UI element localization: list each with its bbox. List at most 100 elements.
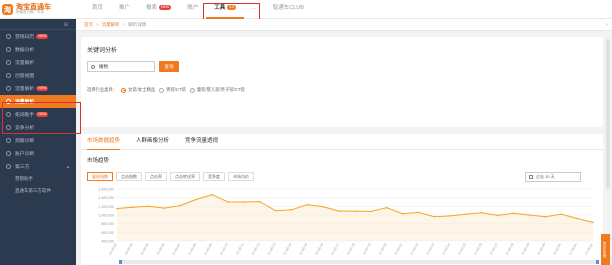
- breadcrumb-section[interactable]: 流量解析: [102, 22, 120, 28]
- vertical-scrollbar[interactable]: [606, 39, 610, 189]
- metric-tab[interactable]: 竞争度: [203, 172, 225, 181]
- sidebar-item[interactable]: 创意视图: [0, 69, 76, 82]
- x-tick-label: 21-05-20: [378, 242, 388, 255]
- industry-option-label[interactable]: 男装/CT装: [166, 87, 186, 93]
- sidebar: ⊞ 营销日历 NEW 数据分析 流量解析 创意视图 流量解析 NEW 流量解析 拓词助手 NEW 竞…: [0, 19, 76, 265]
- x-tick-label: 21-06-01: [568, 242, 578, 255]
- chevron-up-icon: ▲: [66, 164, 70, 169]
- data-point: [132, 206, 134, 208]
- image-icon: [6, 73, 11, 78]
- slider-handle-right[interactable]: [596, 260, 599, 264]
- y-tick-label: 1,600,000: [98, 188, 114, 192]
- metric-tab[interactable]: 点击率: [145, 172, 167, 181]
- data-point: [370, 210, 372, 213]
- data-point: [512, 212, 515, 215]
- metric-tab[interactable]: 展现指数: [87, 172, 113, 181]
- x-tick-label: 21-05-22: [409, 242, 419, 255]
- tab-2[interactable]: 竞争流量透视: [185, 134, 218, 150]
- sidebar-item-label: 账户诊断: [15, 152, 35, 157]
- slider-handle-left[interactable]: [119, 260, 122, 264]
- x-tick-label: 21-05-24: [441, 242, 451, 255]
- logo-mark-icon: 淘: [2, 4, 13, 15]
- sidebar-item[interactable]: 流量解析: [0, 95, 76, 108]
- data-point: [147, 205, 150, 208]
- search-value: 植物: [99, 63, 108, 69]
- x-tick-label: 21-05-25: [457, 242, 467, 255]
- x-tick-label: 21-05-09: [203, 242, 213, 255]
- close-icon[interactable]: ×: [605, 22, 608, 27]
- trend-chart: 1,600,000 1,400,000 1,200,000 1,000,000 800,…: [98, 188, 594, 256]
- data-point: [385, 206, 388, 209]
- breadcrumb-home[interactable]: 首页: [84, 22, 93, 28]
- nav-item[interactable]: 工具 4.0: [206, 0, 245, 19]
- sidebar-item[interactable]: 流量解析 NEW: [0, 82, 76, 95]
- thirdparty-icon: [6, 164, 11, 169]
- data-point: [465, 213, 467, 215]
- tab-1[interactable]: 人群画像分析: [136, 134, 169, 150]
- keyword-panel-title: 关键词分析: [87, 48, 118, 54]
- metric-tab[interactable]: 点击指数: [116, 172, 142, 181]
- data-point: [243, 201, 245, 203]
- data-point: [544, 215, 547, 218]
- x-tick-label: 21-05-26: [473, 242, 483, 255]
- nav-item[interactable]: 推广: [111, 0, 138, 19]
- sidebar-item-label: 流量解析: [15, 100, 35, 105]
- x-tick-label: 21-05-16: [314, 242, 324, 255]
- grid-icon[interactable]: ⊞: [64, 22, 68, 28]
- sidebar-subitem[interactable]: 直通车第三方软件: [0, 185, 76, 197]
- sidebar-item[interactable]: 数据分析: [0, 43, 76, 56]
- metric-tab[interactable]: 点击转化率: [170, 172, 200, 181]
- tab-0[interactable]: 市场数据趋势: [87, 134, 121, 150]
- data-point: [417, 211, 420, 214]
- metric-tab[interactable]: 市场均价: [228, 172, 254, 181]
- industry-radio[interactable]: [121, 87, 127, 93]
- x-tick-label: 21-05-18: [346, 242, 356, 255]
- chart-title: 市场趋势: [87, 158, 110, 164]
- sidebar-item[interactable]: 竞争分析: [0, 121, 76, 134]
- sidebar-item[interactable]: 第三方 ▲: [0, 160, 76, 173]
- x-tick-label: 21-05-06: [156, 242, 166, 255]
- app-tagline: 淘宝官方推广平台: [16, 10, 44, 15]
- nav-item[interactable]: ...: [244, 0, 265, 19]
- nav-item[interactable]: 首页: [84, 0, 111, 19]
- sidebar-item-label: 营销日历: [15, 35, 35, 40]
- app-logo[interactable]: 淘 淘宝直通车 淘宝官方推广平台: [2, 2, 72, 17]
- x-tick-label: 21-05-10: [219, 242, 229, 255]
- nav-item-label: 推广: [119, 5, 131, 11]
- data-point: [560, 213, 563, 215]
- industry-option-label[interactable]: 童装/婴儿装/亲子装/CT装: [197, 87, 245, 93]
- date-range-picker[interactable]: 过去 30 天: [525, 172, 581, 182]
- search-button[interactable]: 查询: [159, 61, 179, 72]
- keyword-search-input[interactable]: 植物: [87, 61, 155, 72]
- sidebar-item[interactable]: 账户诊断: [0, 147, 76, 160]
- y-tick-label: 800,000: [101, 222, 114, 226]
- industry-radio[interactable]: [189, 87, 195, 93]
- nav-item[interactable]: 报表 NEW: [138, 0, 179, 19]
- industry-option-label[interactable]: 女装/女士精品: [128, 87, 155, 93]
- sidebar-item[interactable]: 流量解析: [0, 56, 76, 69]
- y-tick-label: 400,000: [101, 240, 114, 244]
- diagnose-icon: [6, 138, 11, 143]
- breadcrumb: 首页 > 流量解析 > 解析详情 ×: [76, 19, 612, 31]
- x-tick-label: 21-05-31: [552, 242, 562, 255]
- nav-item[interactable]: 智通车CLUB: [265, 0, 312, 19]
- sidebar-item[interactable]: 拓词助手 NEW: [0, 108, 76, 121]
- sidebar-header: ⊞: [0, 19, 76, 30]
- x-tick-label: 21-05-08: [187, 242, 197, 255]
- account-icon: [6, 151, 11, 156]
- industry-radio[interactable]: [159, 87, 165, 93]
- sidebar-item-label: 流量解析: [15, 61, 35, 66]
- sidebar-item[interactable]: 营销日历 NEW: [0, 30, 76, 43]
- nav-item[interactable]: 账户: [179, 0, 206, 19]
- feedback-button[interactable]: 意见反馈: [601, 234, 610, 265]
- data-point: [592, 221, 594, 224]
- sidebar-item[interactable]: 洞察诊断: [0, 134, 76, 147]
- x-tick-label: 21-05-19: [362, 242, 372, 255]
- y-tick-label: 1,400,000: [98, 196, 114, 200]
- chart-range-slider[interactable]: [119, 260, 599, 264]
- analysis-icon: [6, 86, 11, 91]
- x-tick-label: 21-05-04: [124, 242, 134, 255]
- sidebar-subitem[interactable]: 营销助手: [0, 173, 76, 185]
- top-nav-bar: 淘 淘宝直通车 淘宝官方推广平台 首页 推广 报表 NEW 账户 工具 4.0... 智通车C…: [0, 0, 612, 19]
- y-tick-label: 600,000: [101, 231, 114, 235]
